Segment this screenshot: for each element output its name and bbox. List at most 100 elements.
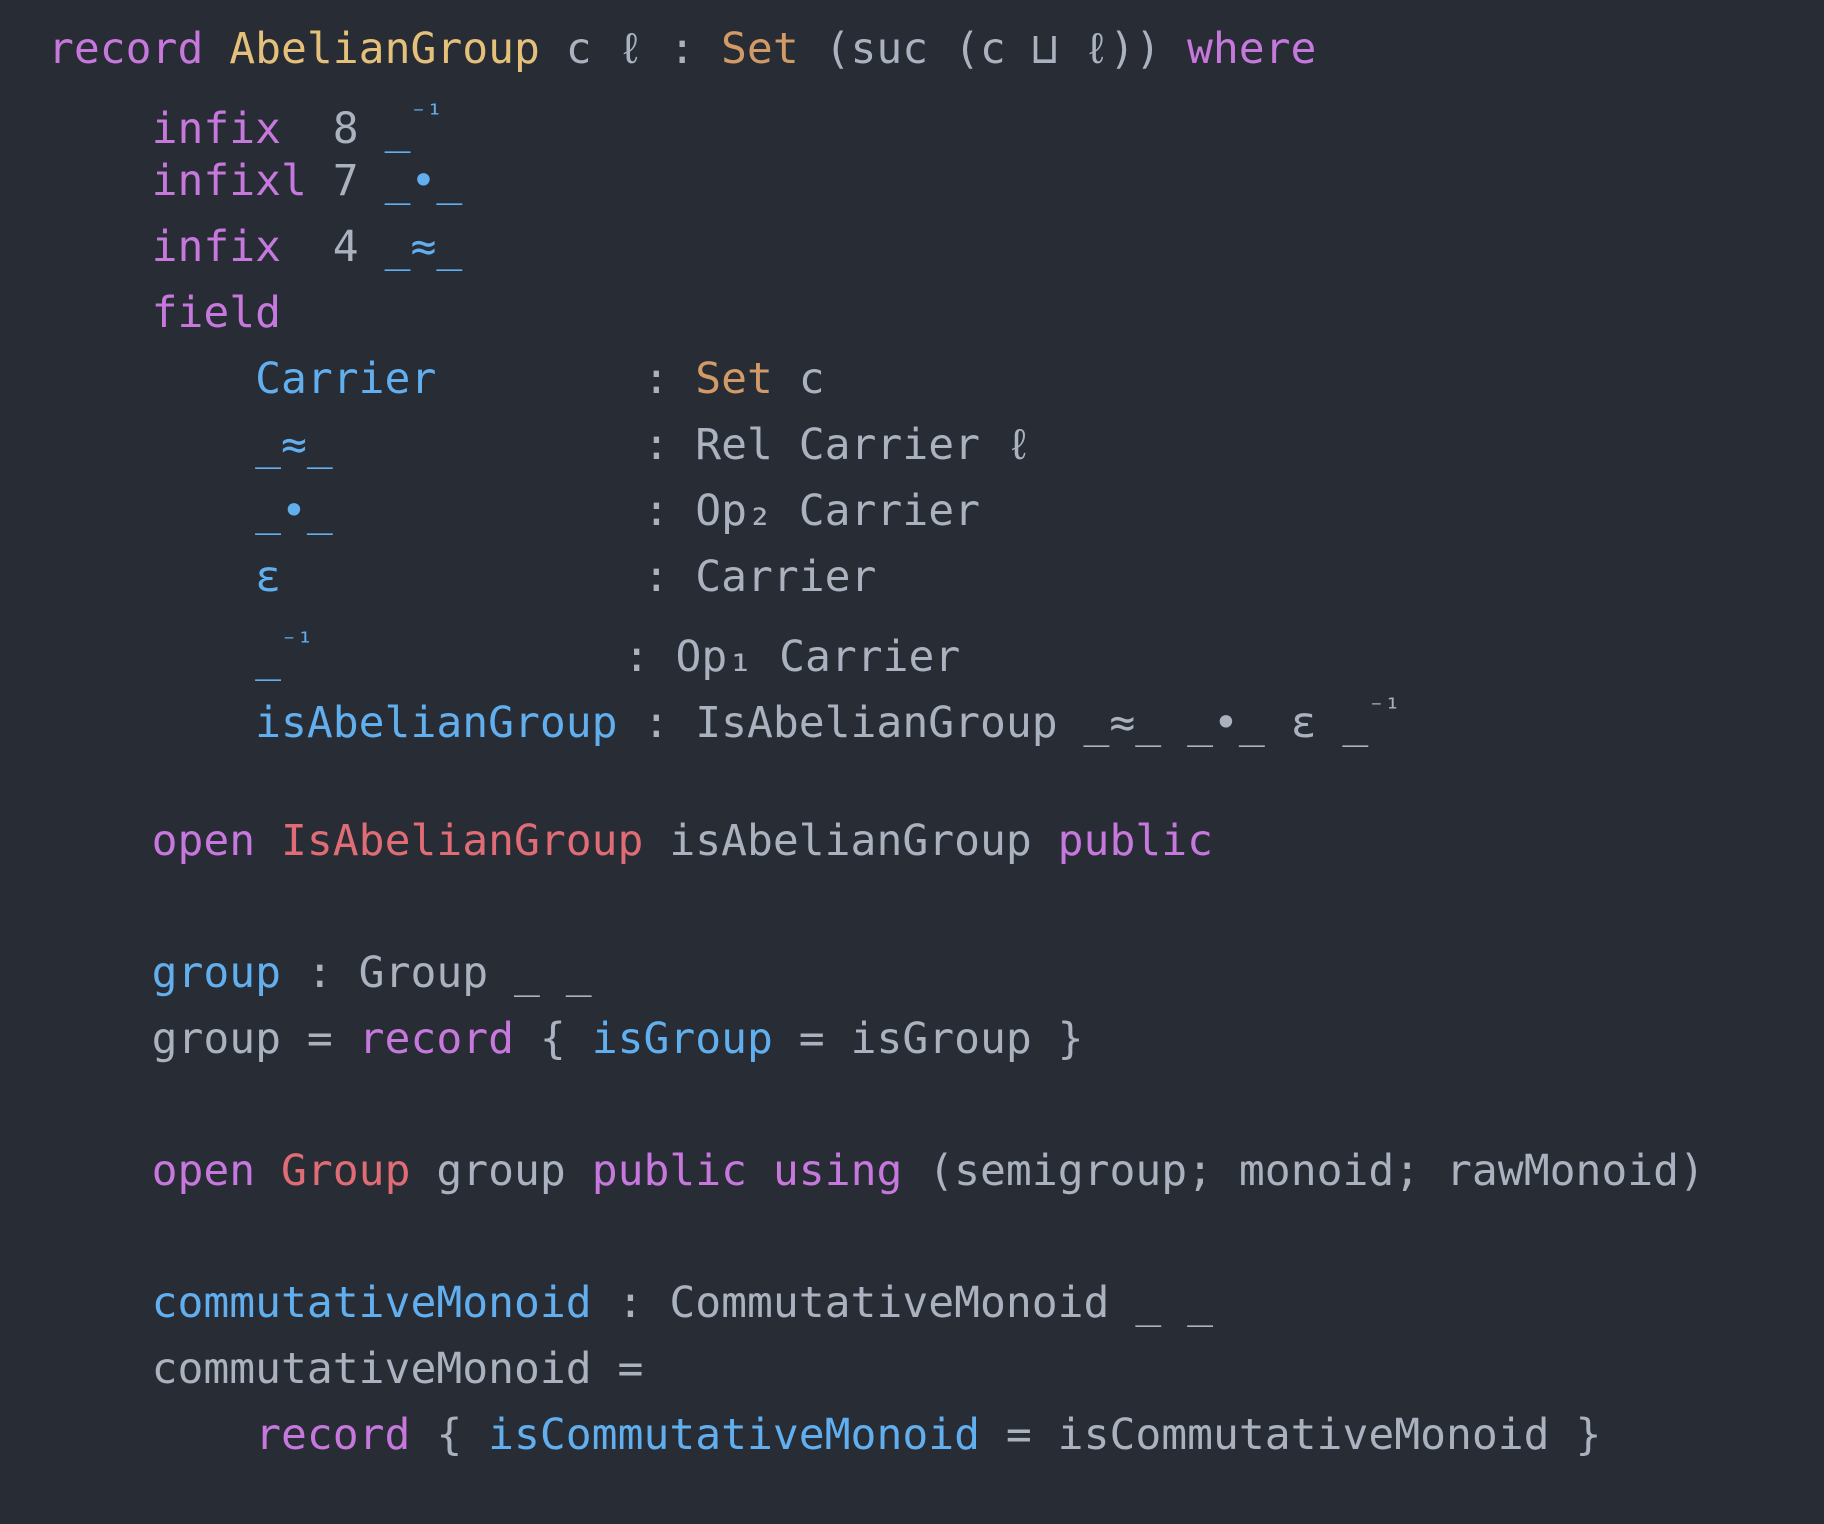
- superscript-token: ⁻¹: [281, 627, 314, 658]
- identifier-token: _•_: [255, 486, 333, 536]
- text-token: group =: [151, 1014, 359, 1064]
- identifier-token: _•_: [384, 156, 463, 206]
- identifier-token: isGroup: [591, 1014, 773, 1064]
- code-line: field: [48, 280, 1705, 346]
- code-line: ε : Carrier: [48, 544, 1705, 610]
- text-token: :: [436, 354, 696, 404]
- keyword-token: infix: [151, 222, 282, 272]
- identifier-token: group: [151, 948, 282, 998]
- code-line: infixl 7 _•_: [48, 148, 1705, 214]
- superscript-token: ⁻¹: [410, 99, 443, 130]
- text-token: {: [514, 1014, 592, 1064]
- code-line: _≈_ : Rel Carrier ℓ: [48, 412, 1705, 478]
- code-line: commutativeMonoid =: [48, 1336, 1705, 1402]
- sort-token: Set: [695, 354, 773, 404]
- keyword-token: public: [1057, 816, 1214, 866]
- code-line: Carrier : Set c: [48, 346, 1705, 412]
- keyword-token: field: [151, 288, 282, 338]
- sort-token: Set: [721, 24, 799, 74]
- text-token: 8: [281, 103, 385, 154]
- module-token: IsAbelianGroup: [281, 816, 644, 866]
- keyword-token: open: [151, 1146, 256, 1196]
- text-token: (suc (c ⊔ ℓ)): [798, 24, 1187, 74]
- identifier-token: isAbelianGroup: [255, 697, 618, 748]
- text-token: : Op₁ Carrier: [313, 631, 961, 682]
- text-token: = isGroup }: [772, 1014, 1084, 1064]
- code-editor[interactable]: record AbelianGroup c ℓ : Set (suc (c ⊔ …: [48, 16, 1705, 1468]
- identifier-token: _: [384, 103, 411, 154]
- identifier-token: Carrier: [255, 354, 437, 404]
- code-line: group : Group _ _: [48, 940, 1705, 1006]
- keyword-token: infixl: [151, 156, 307, 206]
- identifier-token: ε: [255, 552, 281, 602]
- text-token: : Rel Carrier ℓ: [332, 420, 1032, 470]
- text-token: c: [772, 354, 825, 404]
- text-token: (semigroup; monoid; rawMonoid): [902, 1146, 1705, 1196]
- module-token: Group: [281, 1146, 411, 1196]
- identifier-token: isCommutativeMonoid: [488, 1410, 981, 1460]
- keyword-token: record: [48, 24, 204, 74]
- text-token: : Group _ _: [281, 948, 592, 998]
- identifier-token: _≈_: [255, 420, 333, 470]
- code-line: open IsAbelianGroup isAbelianGroup publi…: [48, 808, 1705, 874]
- keyword-token: open: [151, 816, 256, 866]
- keyword-token: record: [358, 1014, 515, 1064]
- code-line: infix 8 _⁻¹: [48, 82, 1705, 154]
- identifier-token: _≈_: [384, 222, 463, 272]
- code-line: open Group group public using (semigroup…: [48, 1138, 1705, 1204]
- text-token: 4: [281, 222, 385, 272]
- keyword-token: where: [1186, 24, 1317, 74]
- text-token: isAbelianGroup: [643, 816, 1058, 866]
- code-line: record { isCommutativeMonoid = isCommuta…: [48, 1402, 1705, 1468]
- code-line: record AbelianGroup c ℓ : Set (suc (c ⊔ …: [48, 16, 1705, 82]
- code-line: commutativeMonoid : CommutativeMonoid _ …: [48, 1270, 1705, 1336]
- identifier-token: _: [255, 631, 281, 682]
- text-token: : IsAbelianGroup _≈_ _•_ ε _: [617, 697, 1369, 748]
- superscript-token: ⁻¹: [1368, 693, 1401, 724]
- identifier-token: commutativeMonoid: [151, 1278, 592, 1328]
- keyword-token: public: [591, 1146, 748, 1196]
- keyword-token: record: [255, 1410, 411, 1460]
- code-line: group = record { isGroup = isGroup }: [48, 1006, 1705, 1072]
- keyword-token: infix: [151, 103, 282, 154]
- code-line: isAbelianGroup : IsAbelianGroup _≈_ _•_ …: [48, 676, 1705, 748]
- keyword-token: using: [772, 1146, 903, 1196]
- text-token: = isCommutativeMonoid }: [980, 1410, 1602, 1460]
- text-token: c ℓ :: [539, 24, 722, 74]
- text-token: {: [410, 1410, 489, 1460]
- text-token: : Carrier: [281, 552, 877, 602]
- text-token: : Op₂ Carrier: [332, 486, 980, 536]
- text-token: commutativeMonoid =: [151, 1344, 644, 1394]
- text-token: 7: [306, 156, 385, 206]
- code-line: infix 4 _≈_: [48, 214, 1705, 280]
- code-line: _⁻¹ : Op₁ Carrier: [48, 610, 1705, 682]
- text-token: group: [410, 1146, 592, 1196]
- code-line: _•_ : Op₂ Carrier: [48, 478, 1705, 544]
- text-token: : CommutativeMonoid _ _: [591, 1278, 1213, 1328]
- type-name-token: AbelianGroup: [229, 24, 540, 74]
